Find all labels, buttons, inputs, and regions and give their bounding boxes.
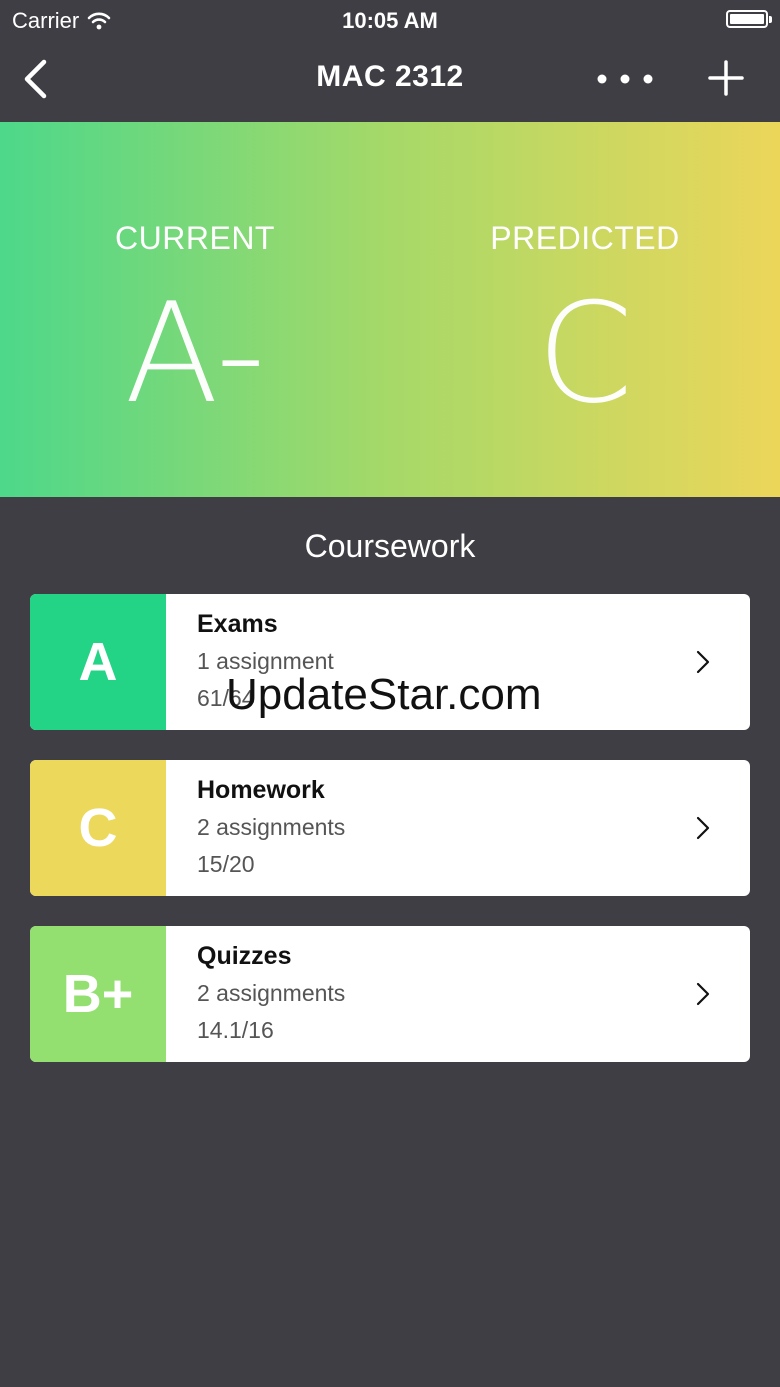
plus-icon [708, 60, 744, 96]
page-title: MAC 2312 [316, 60, 464, 93]
grade-summary-banner: CURRENT A- PREDICTED C [0, 122, 780, 497]
chevron-right-icon [696, 650, 710, 674]
assignment-count: 2 assignments [197, 814, 346, 840]
status-time: 10:05 AM [342, 8, 438, 33]
current-grade-label: CURRENT [115, 220, 275, 256]
chevron-right-icon [696, 982, 710, 1006]
ellipsis-icon [597, 74, 653, 84]
more-options-button[interactable] [590, 64, 662, 94]
coursework-item-homework[interactable]: C Homework 2 assignments 15/20 [30, 760, 750, 896]
coursework-heading: Coursework [304, 528, 476, 564]
chevron-right-icon [696, 816, 710, 840]
category-name: Homework [197, 776, 325, 804]
predicted-grade: PREDICTED C [435, 220, 735, 423]
predicted-grade-value: C [536, 273, 634, 434]
coursework-item-exams[interactable]: A Exams 1 assignment 61/64 [30, 594, 750, 730]
current-grade-value: A- [124, 273, 266, 434]
battery-icon [726, 10, 772, 28]
current-grade: CURRENT A- [45, 220, 345, 423]
assignment-count: 2 assignments [197, 980, 346, 1006]
category-score: 15/20 [197, 851, 255, 877]
predicted-grade-label: PREDICTED [490, 220, 680, 256]
grade-badge: A [30, 594, 166, 730]
add-button[interactable] [704, 56, 748, 100]
category-score: 61/64 [197, 685, 255, 711]
assignment-count: 1 assignment [197, 648, 334, 674]
nav-bar: MAC 2312 [0, 40, 780, 122]
category-score: 14.1/16 [197, 1017, 274, 1043]
grade-badge: C [30, 760, 166, 896]
coursework-item-quizzes[interactable]: B+ Quizzes 2 assignments 14.1/16 [30, 926, 750, 1062]
status-bar: Carrier 10:05 AM [0, 0, 780, 40]
grade-badge: B+ [30, 926, 166, 1062]
category-name: Exams [197, 610, 278, 638]
category-name: Quizzes [197, 942, 292, 970]
